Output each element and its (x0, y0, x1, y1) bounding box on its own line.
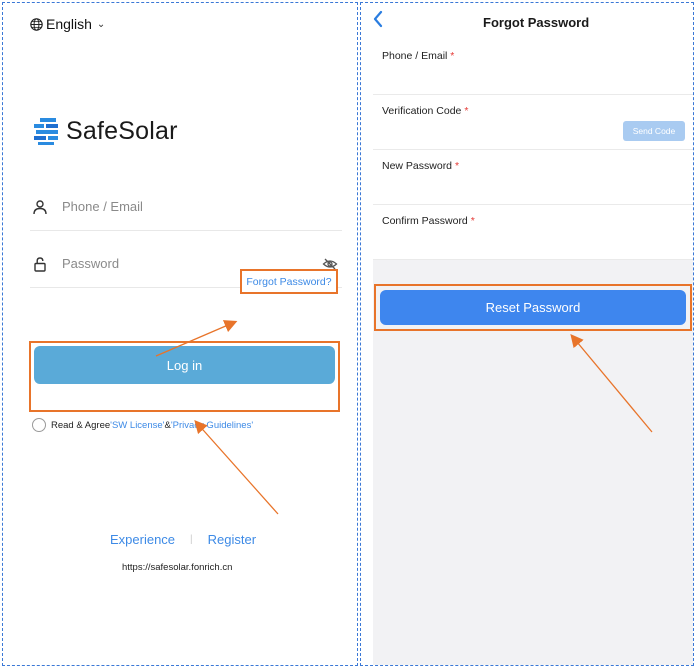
field-label: New Password * (382, 160, 460, 172)
confirm-password-field[interactable]: Confirm Password * (373, 205, 693, 260)
agreement-row: Read & Agree 'SW License' & 'Privacy Gui… (32, 418, 253, 432)
agree-checkbox[interactable] (32, 418, 46, 432)
sw-license-link[interactable]: 'SW License' (110, 420, 164, 431)
chevron-down-icon: ⌄ (96, 18, 106, 30)
page-title: Forgot Password (483, 15, 590, 30)
safesolar-logo-icon (34, 118, 58, 145)
link-separator: | (190, 534, 193, 545)
experience-link[interactable]: Experience (110, 532, 175, 547)
site-url: https://safesolar.fonrich.cn (122, 562, 233, 573)
verification-code-field[interactable]: Verification Code * Send Code (373, 95, 693, 150)
language-label: English (46, 16, 92, 32)
password-placeholder: Password (62, 256, 120, 271)
forgot-password-link[interactable]: Forgot Password? (240, 269, 338, 294)
field-label: Verification Code * (382, 105, 469, 117)
privacy-guidelines-link[interactable]: 'Privacy Guidelines' (171, 420, 253, 431)
language-selector[interactable]: English ⌄ (30, 16, 105, 32)
new-password-field[interactable]: New Password * (373, 150, 693, 205)
back-arrow-icon[interactable] (372, 10, 384, 28)
user-icon (33, 199, 47, 214)
brand-name: SafeSolar (66, 116, 178, 145)
login-highlight-box: Log in (29, 341, 340, 412)
register-link[interactable]: Register (208, 532, 256, 547)
agree-prefix: Read & Agree (51, 419, 111, 431)
lock-icon (34, 256, 46, 272)
send-code-button[interactable]: Send Code (623, 121, 685, 141)
field-label: Phone / Email * (382, 50, 455, 62)
phone-email-placeholder: Phone / Email (62, 199, 143, 214)
login-button[interactable]: Log in (34, 346, 335, 384)
reset-phone-email-field[interactable]: Phone / Email * (373, 40, 693, 95)
field-label: Confirm Password * (382, 215, 475, 227)
phone-email-input[interactable]: Phone / Email (30, 183, 342, 231)
reset-highlight-box: Reset Password (374, 284, 692, 331)
globe-icon (30, 17, 43, 31)
brand-logo: SafeSolar (32, 116, 178, 146)
bottom-links: Experience | Register (110, 532, 256, 547)
reset-password-button[interactable]: Reset Password (380, 290, 686, 325)
